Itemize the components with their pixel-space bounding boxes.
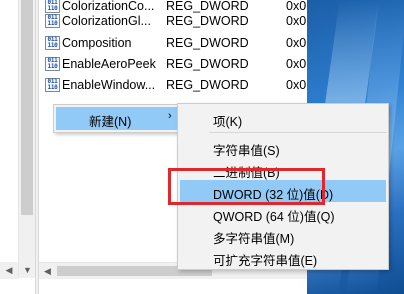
- value-data: 0x0: [286, 77, 307, 92]
- menu-separator: [209, 132, 387, 133]
- value-type: REG_DWORD: [166, 35, 249, 50]
- value-data: 0x0: [286, 56, 307, 71]
- submenu-item-binary-value[interactable]: 二进制值(B): [180, 158, 386, 180]
- value-name: EnableAeroPeek: [62, 56, 156, 71]
- submenu-item-string-value[interactable]: 字符串值(S): [180, 136, 386, 158]
- value-type: REG_DWORD: [166, 13, 249, 28]
- list-item[interactable]: 011 110 Composition REG_DWORD 0x0: [39, 32, 307, 53]
- tree-vertical-scrollbar[interactable]: ▼: [18, 0, 35, 278]
- list-item[interactable]: 011 110 EnableAeroPeek REG_DWORD 0x0: [39, 53, 307, 74]
- submenu-item-key[interactable]: 项(K): [180, 107, 386, 129]
- submenu-item-multi-string-value[interactable]: 多字符串值(M): [180, 224, 386, 246]
- submenu-item-label: 项(K): [213, 115, 243, 129]
- menu-item-new-label: 新建(N): [89, 115, 132, 129]
- scroll-left-arrow-icon[interactable]: ◀: [39, 263, 56, 280]
- binary-value-icon: 011 110: [45, 35, 60, 50]
- tree-scroll-thumb[interactable]: [21, 0, 33, 215]
- submenu-item-label: 可扩充字符串值(E): [213, 254, 318, 268]
- value-type: REG_DWORD: [166, 77, 249, 92]
- scroll-down-arrow-icon[interactable]: ▼: [19, 261, 36, 278]
- tree-scroll-left-arrow-icon[interactable]: ◀: [0, 262, 18, 279]
- submenu-item-expandable-string-value[interactable]: 可扩充字符串值(E): [180, 246, 386, 268]
- submenu-item-label: DWORD (32 位)值(D): [213, 188, 334, 202]
- binary-value-icon: 011 110: [45, 77, 60, 92]
- menu-item-new[interactable]: 新建(N) ›: [56, 107, 181, 130]
- context-menu: 新建(N) ›: [53, 104, 184, 133]
- value-data: 0x0: [286, 13, 307, 28]
- value-name: EnableWindow...: [62, 77, 156, 92]
- value-name: Composition: [62, 35, 132, 50]
- new-submenu: 项(K) 字符串值(S) 二进制值(B) DWORD (32 位)值(D) QW…: [177, 103, 389, 270]
- binary-value-icon: 011 110: [45, 13, 60, 28]
- list-item[interactable]: 011 110 ColorizationGl... REG_DWORD 0x0: [39, 10, 307, 31]
- submenu-item-label: 二进制值(B): [213, 166, 280, 180]
- submenu-item-label: QWORD (64 位)值(Q): [213, 210, 335, 224]
- tree-pane: ▼ ◀: [0, 0, 36, 294]
- value-type: REG_DWORD: [166, 56, 249, 71]
- submenu-arrow-icon: ›: [168, 110, 172, 122]
- list-item[interactable]: 011 110 EnableWindow... REG_DWORD 0x0: [39, 74, 307, 95]
- submenu-item-label: 字符串值(S): [213, 144, 280, 158]
- value-name: ColorizationGl...: [62, 13, 151, 28]
- value-data: 0x0: [286, 35, 307, 50]
- submenu-item-label: 多字符串值(M): [213, 232, 295, 246]
- binary-value-icon: 011 110: [45, 56, 60, 71]
- submenu-item-dword-value[interactable]: DWORD (32 位)值(D): [180, 180, 386, 202]
- submenu-item-qword-value[interactable]: QWORD (64 位)值(Q): [180, 202, 386, 224]
